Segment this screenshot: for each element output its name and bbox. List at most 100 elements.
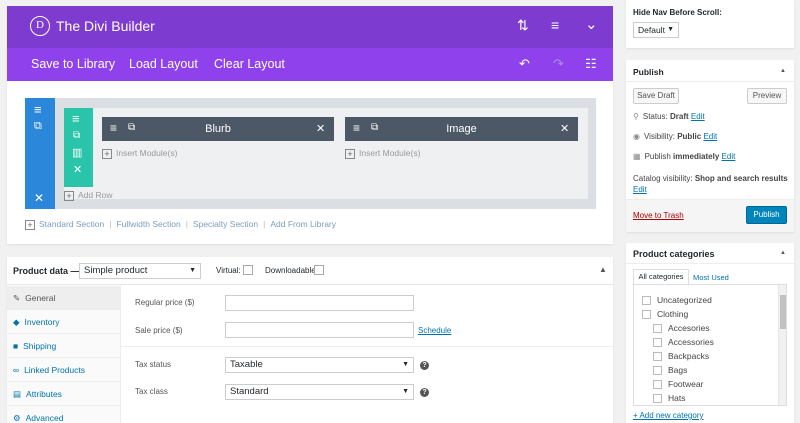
tax-class-select[interactable]: Standard ▼ [225,384,414,400]
category-checkbox[interactable] [653,338,662,348]
undo-icon[interactable]: ↶ [519,56,530,72]
add-from-library-link[interactable]: Add From Library [270,219,336,229]
row-sidebar[interactable]: ≡ ⧉ ▥ ✕ [64,108,93,187]
tab-advanced[interactable]: ⚙ Advanced [7,406,121,423]
catalog-visibility-row: Catalog visibility: Shop and search resu… [633,174,788,194]
redo-icon[interactable]: ↷ [553,56,564,72]
module-blurb[interactable]: ≡ ⧉ Blurb ✕ [102,117,334,141]
insert-module-link[interactable]: + Insert Module(s) [102,148,177,159]
builder-canvas: ≡ ⧉ ✕ ≡ ⧉ ▥ ✕ ≡ ⧉ Blurb ✕ + Insert Module… [25,98,596,209]
tab-linked-products[interactable]: ∞ Linked Products [7,358,121,382]
divi-header: D The Divi Builder ⇅ ≡ ⌄ [7,6,613,48]
product-data-header: Product data — Simple product ▼ Virtual: … [7,257,613,285]
module-delete-icon[interactable]: ✕ [316,122,325,135]
insert-module-link[interactable]: + Insert Module(s) [345,148,420,159]
hide-nav-box: Hide Nav Before Scroll: Default ▼ [626,0,794,48]
collapse-arrow-icon[interactable]: ▲ [780,250,786,256]
history-icon[interactable]: ☷ [585,56,597,72]
tab-inventory[interactable]: ◆ Inventory [7,310,121,334]
tab-shipping[interactable]: ■ Shipping [7,334,121,358]
gear-icon: ⚙ [13,413,21,423]
category-item[interactable]: Backpacks [653,351,709,362]
clear-layout-button[interactable]: Clear Layout [214,57,285,71]
module-image[interactable]: ≡ ⧉ Image ✕ [345,117,578,141]
category-checkbox[interactable] [642,310,651,320]
module-delete-icon[interactable]: ✕ [560,122,569,135]
category-item[interactable]: Clothing [642,309,688,320]
category-item[interactable]: Accessories [653,337,714,348]
publish-actions: Move to Trash Publish [626,199,794,232]
hide-nav-label: Hide Nav Before Scroll: [633,8,722,17]
virtual-checkbox[interactable] [243,265,253,275]
product-type-select[interactable]: Simple product ▼ [79,263,201,279]
hide-nav-select[interactable]: Default ▼ [633,22,679,38]
sort-arrows-icon[interactable]: ⇅ [517,17,529,34]
plus-icon: + [25,219,35,230]
row-container: ≡ ⧉ ▥ ✕ ≡ ⧉ Blurb ✕ + Insert Module(s) ≡ … [64,108,588,201]
section-sidebar[interactable]: ≡ ⧉ ✕ [25,98,55,209]
tab-attributes[interactable]: ▤ Attributes [7,382,121,406]
calendar-icon: ▦ [633,152,641,161]
row-columns-icon[interactable]: ▥ [72,146,82,159]
section-menu-icon[interactable]: ≡ [34,102,42,117]
tax-class-label: Tax class [135,387,168,396]
fullwidth-section-link[interactable]: Fullwidth Section [116,219,180,229]
category-item[interactable]: Footwear [653,379,703,390]
help-icon[interactable]: ? [420,388,429,397]
category-checkbox[interactable] [653,394,662,404]
category-item[interactable]: Bags [653,365,687,376]
menu-icon[interactable]: ≡ [551,17,559,33]
move-to-trash-link[interactable]: Move to Trash [633,211,684,220]
sale-price-input[interactable] [225,322,414,338]
regular-price-input[interactable] [225,295,414,311]
category-item[interactable]: Accesories [653,323,710,334]
add-row-link[interactable]: + Add Row [64,190,113,201]
tab-all-categories[interactable]: All categories [633,269,689,285]
publish-date-edit-link[interactable]: Edit [722,152,736,161]
preview-button[interactable]: Preview [747,88,787,104]
category-item[interactable]: Uncategorized [642,295,712,306]
row-clone-icon[interactable]: ⧉ [73,130,80,141]
row-menu-icon[interactable]: ≡ [72,111,80,126]
save-draft-button[interactable]: Save Draft [633,88,679,104]
caret-down-icon: ▼ [402,388,409,395]
categories-scrollbar[interactable] [778,285,786,405]
row-delete-icon[interactable]: ✕ [73,163,82,176]
standard-section-link[interactable]: Standard Section [39,219,104,229]
chevron-down-icon[interactable]: ⌄ [585,15,598,33]
category-checkbox[interactable] [642,296,651,306]
inventory-icon: ◆ [13,317,20,327]
downloadable-checkbox[interactable] [314,265,324,275]
category-checkbox[interactable] [653,324,662,334]
collapse-arrow-icon[interactable]: ▲ [780,68,786,74]
category-checkbox[interactable] [653,352,662,362]
caret-down-icon: ▼ [402,361,409,368]
caret-down-icon: ▼ [667,26,674,33]
category-item[interactable]: Hats [653,393,685,404]
tab-most-used[interactable]: Most Used [693,273,729,282]
module-label: Image [446,123,477,135]
schedule-link[interactable]: Schedule [418,326,451,335]
product-categories-box: Product categories ▲ All categories Most… [626,243,794,423]
downloadable-label: Downloadable: [265,266,318,275]
catalog-edit-link[interactable]: Edit [633,185,647,194]
tax-status-select[interactable]: Taxable ▼ [225,357,414,373]
category-checkbox[interactable] [653,380,662,390]
scrollbar-thumb[interactable] [780,295,786,329]
status-edit-link[interactable]: Edit [691,112,705,121]
tab-general[interactable]: ✎ General [7,286,121,310]
collapse-arrow-icon[interactable]: ▲ [599,265,607,274]
add-new-category-link[interactable]: + Add new category [633,411,704,420]
help-icon[interactable]: ? [420,361,429,370]
visibility-edit-link[interactable]: Edit [703,132,717,141]
section-clone-icon[interactable]: ⧉ [34,120,42,133]
category-checkbox[interactable] [653,366,662,376]
load-layout-button[interactable]: Load Layout [129,57,198,71]
section-delete-icon[interactable]: ✕ [34,191,44,205]
publish-button[interactable]: Publish [746,206,787,224]
add-section-links: + Standard Section | Fullwidth Section | Spec… [25,219,336,230]
save-to-library-button[interactable]: Save to Library [31,57,115,71]
categories-list: Uncategorized Clothing Accesories Access… [633,284,787,406]
specialty-section-link[interactable]: Specialty Section [193,219,258,229]
categories-title: Product categories [633,249,715,259]
